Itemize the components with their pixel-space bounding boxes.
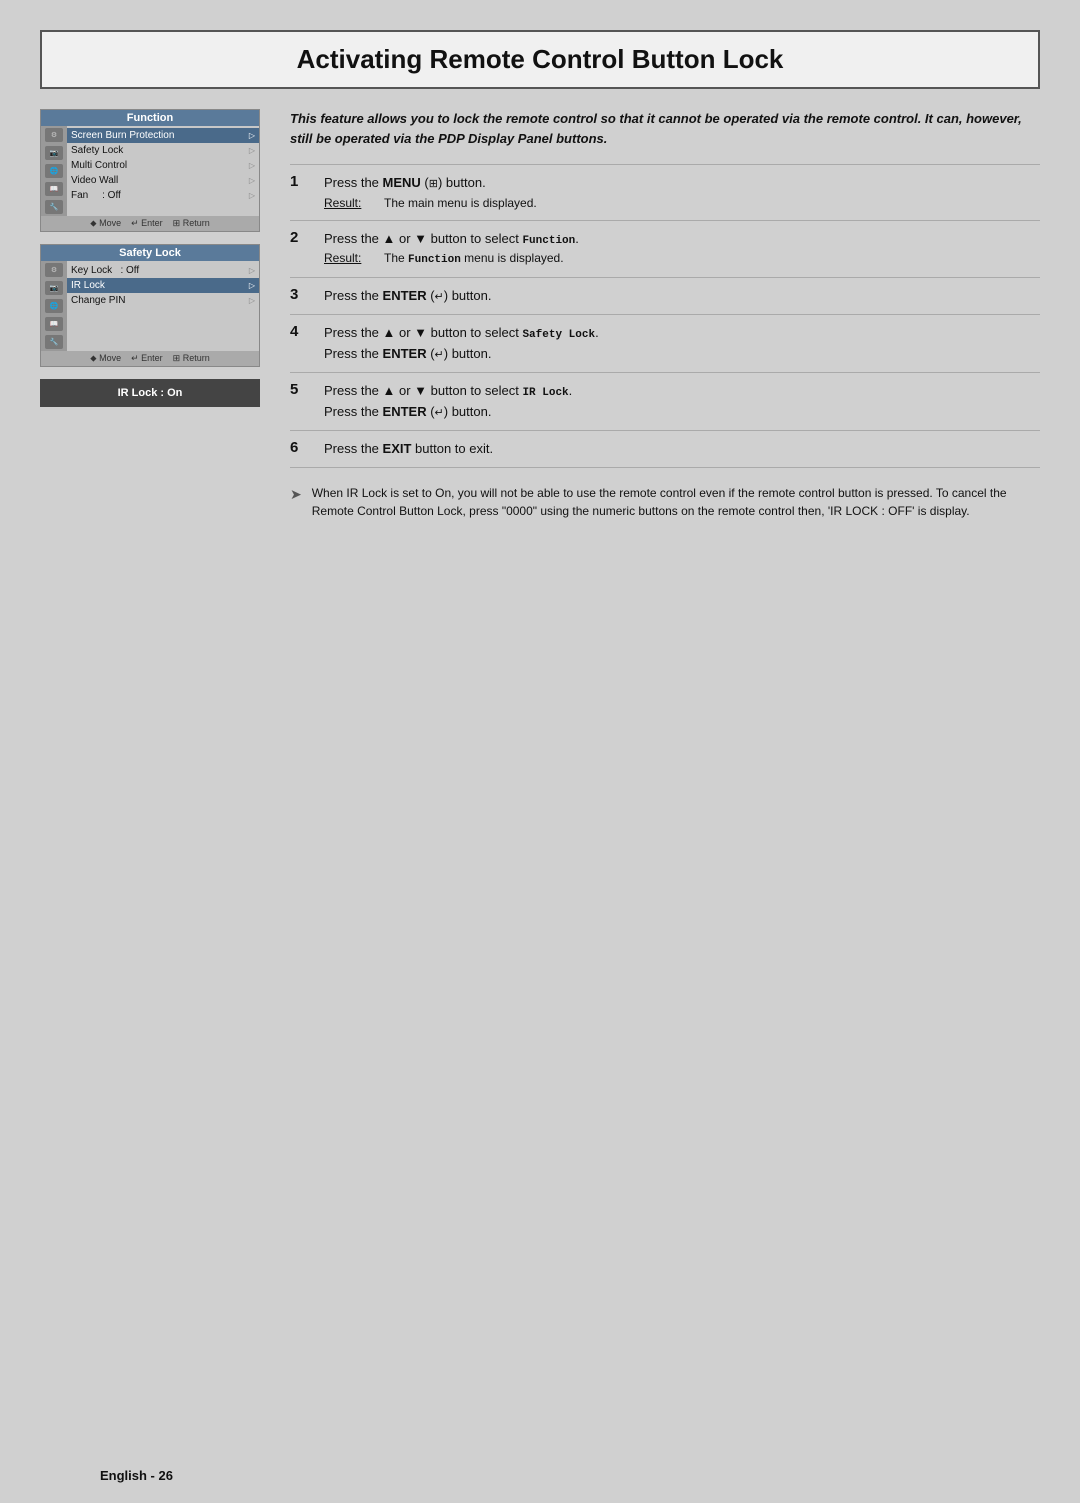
step-row-5: 5 Press the ▲ or ▼ button to select IR L…	[290, 373, 1040, 431]
function-menu-body: ⚙ 📷 🌐 📖 🔧 Screen Burn Protection ▷ Safet…	[41, 126, 259, 216]
main-layout: Function ⚙ 📷 🌐 📖 🔧 Screen Burn Protectio…	[0, 109, 1080, 520]
step-result-1: Result: The main menu is displayed.	[324, 194, 1036, 212]
globe-icon: 🌐	[45, 164, 63, 178]
step-num-2: 2	[290, 220, 320, 277]
step-content-5: Press the ▲ or ▼ button to select IR Loc…	[320, 373, 1040, 431]
step-num-3: 3	[290, 277, 320, 315]
menu-item-change-pin[interactable]: Change PIN ▷	[67, 293, 259, 308]
chevron-right-icon: ▷	[249, 131, 255, 140]
function-menu-footer: ⬥ Move ↵ Enter ⊞ Return	[41, 216, 259, 231]
function-menu-items: Screen Burn Protection ▷ Safety Lock ▷ M…	[67, 126, 259, 216]
step-instruction-5b: Press the ENTER (↵) button.	[324, 402, 1036, 423]
chevron-right-icon: ▷	[249, 191, 255, 200]
step-row-2: 2 Press the ▲ or ▼ button to select Func…	[290, 220, 1040, 277]
chevron-right-icon: ▷	[249, 176, 255, 185]
step-content-3: Press the ENTER (↵) button.	[320, 277, 1040, 315]
menu-item-label: Multi Control	[71, 160, 127, 171]
menu-item-screen-burn[interactable]: Screen Burn Protection ▷	[67, 128, 259, 143]
step-num-4: 4	[290, 315, 320, 373]
step-content-6: Press the EXIT button to exit.	[320, 431, 1040, 468]
step-num-1: 1	[290, 165, 320, 221]
page-footer: English - 26	[100, 1468, 173, 1483]
steps-table: 1 Press the MENU (⊞) button. Result: The…	[290, 164, 1040, 468]
camera-icon: 📷	[45, 146, 63, 160]
step-result-2: Result: The Function menu is displayed.	[324, 249, 1036, 269]
step-instruction-4a: Press the ▲ or ▼ button to select Safety…	[324, 323, 1036, 344]
move-label: ⬥ Move	[90, 218, 121, 229]
return-label2: ⊞ Return	[173, 353, 210, 364]
step-instruction-1: Press the MENU (⊞) button.	[324, 173, 1036, 194]
step-content-2: Press the ▲ or ▼ button to select Functi…	[320, 220, 1040, 277]
step-row-6: 6 Press the EXIT button to exit.	[290, 431, 1040, 468]
menu-item-label: Safety Lock	[71, 145, 123, 156]
footer-text: English - 26	[100, 1468, 173, 1483]
menu-icons-col2: ⚙ 📷 🌐 📖 🔧	[41, 261, 67, 351]
menu-item-label: Change PIN	[71, 295, 125, 306]
chevron-right-icon: ▷	[249, 146, 255, 155]
step-content-4: Press the ▲ or ▼ button to select Safety…	[320, 315, 1040, 373]
enter-label: ↵ Enter	[131, 218, 163, 229]
move-label2: ⬥ Move	[90, 353, 121, 364]
note-arrow-icon: ➤	[290, 484, 302, 520]
result-text-1: The main menu is displayed.	[384, 194, 537, 212]
function-menu-box: Function ⚙ 📷 🌐 📖 🔧 Screen Burn Protectio…	[40, 109, 260, 232]
ir-lock-status-box: IR Lock : On	[40, 379, 260, 407]
menu-item-fan[interactable]: Fan : Off ▷	[67, 188, 259, 203]
menu-item-label: IR Lock	[71, 280, 105, 291]
safety-lock-menu-box: Safety Lock ⚙ 📷 🌐 📖 🔧 Key Lock : Off ▷	[40, 244, 260, 367]
page: Activating Remote Control Button Lock Fu…	[0, 30, 1080, 1503]
chevron-right-icon: ▷	[249, 296, 255, 305]
menu-item-key-lock[interactable]: Key Lock : Off ▷	[67, 263, 259, 278]
menu-item-label: Video Wall	[71, 175, 118, 186]
step-num-5: 5	[290, 373, 320, 431]
step-num-6: 6	[290, 431, 320, 468]
menu-item-label: Fan : Off	[71, 190, 121, 201]
safety-lock-menu-footer: ⬥ Move ↵ Enter ⊞ Return	[41, 351, 259, 366]
step-row-4: 4 Press the ▲ or ▼ button to select Safe…	[290, 315, 1040, 373]
note-text: When IR Lock is set to On, you will not …	[312, 484, 1040, 520]
wrench-icon: 🔧	[45, 200, 63, 214]
menu-item-ir-lock[interactable]: IR Lock ▷	[67, 278, 259, 293]
book-icon: 📖	[45, 182, 63, 196]
enter-label2: ↵ Enter	[131, 353, 163, 364]
safety-lock-menu-body: ⚙ 📷 🌐 📖 🔧 Key Lock : Off ▷ IR Lock	[41, 261, 259, 351]
menu-item-multi-control[interactable]: Multi Control ▷	[67, 158, 259, 173]
result-text-2: The Function menu is displayed.	[384, 249, 564, 269]
chevron-right-icon: ▷	[249, 161, 255, 170]
result-label-2: Result:	[324, 249, 374, 269]
chevron-right-icon: ▷	[249, 281, 255, 290]
step-instruction-5a: Press the ▲ or ▼ button to select IR Loc…	[324, 381, 1036, 402]
return-label: ⊞ Return	[173, 218, 210, 229]
camera-icon2: 📷	[45, 281, 63, 295]
menu-icons-col: ⚙ 📷 🌐 📖 🔧	[41, 126, 67, 216]
menu-item-label: Key Lock : Off	[71, 265, 139, 276]
step-instruction-2: Press the ▲ or ▼ button to select Functi…	[324, 229, 1036, 250]
step-row-1: 1 Press the MENU (⊞) button. Result: The…	[290, 165, 1040, 221]
step-instruction-4b: Press the ENTER (↵) button.	[324, 344, 1036, 365]
menu-item-safety-lock[interactable]: Safety Lock ▷	[67, 143, 259, 158]
menu-item-label: Screen Burn Protection	[71, 130, 174, 141]
book-icon2: 📖	[45, 317, 63, 331]
result-label-1: Result:	[324, 194, 374, 212]
settings-icon: ⚙	[45, 128, 63, 142]
menu-item-video-wall[interactable]: Video Wall ▷	[67, 173, 259, 188]
note-section: ➤ When IR Lock is set to On, you will no…	[290, 484, 1040, 520]
ir-lock-label: IR Lock : On	[118, 387, 183, 399]
settings-icon2: ⚙	[45, 263, 63, 277]
title-bar: Activating Remote Control Button Lock	[40, 30, 1040, 89]
step-row-3: 3 Press the ENTER (↵) button.	[290, 277, 1040, 315]
wrench-icon2: 🔧	[45, 335, 63, 349]
left-panel: Function ⚙ 📷 🌐 📖 🔧 Screen Burn Protectio…	[40, 109, 260, 520]
safety-lock-menu-title: Safety Lock	[41, 245, 259, 261]
intro-text: This feature allows you to lock the remo…	[290, 109, 1040, 148]
step-instruction-3: Press the ENTER (↵) button.	[324, 286, 1036, 307]
step-content-1: Press the MENU (⊞) button. Result: The m…	[320, 165, 1040, 221]
safety-lock-menu-items: Key Lock : Off ▷ IR Lock ▷ Change PIN ▷	[67, 261, 259, 351]
right-panel: This feature allows you to lock the remo…	[290, 109, 1040, 520]
step-instruction-6: Press the EXIT button to exit.	[324, 439, 1036, 459]
chevron-right-icon: ▷	[249, 266, 255, 275]
globe-icon2: 🌐	[45, 299, 63, 313]
page-title: Activating Remote Control Button Lock	[62, 44, 1018, 75]
function-menu-title: Function	[41, 110, 259, 126]
